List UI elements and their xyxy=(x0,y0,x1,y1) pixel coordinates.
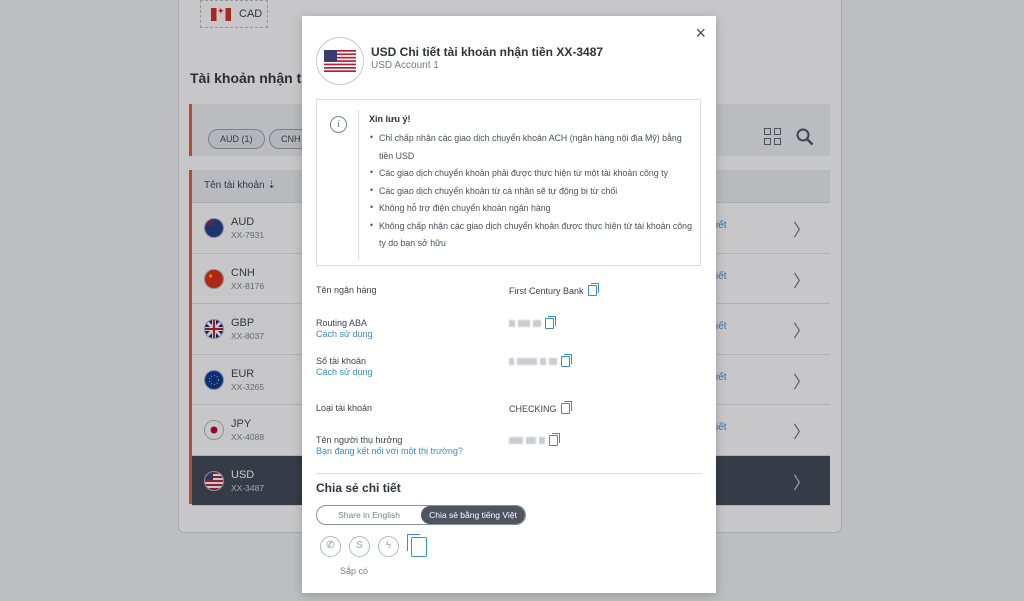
share-title: Chia sẻ chi tiết xyxy=(316,481,401,495)
routing-aba-label: Routing ABA xyxy=(316,318,368,328)
beneficiary-label: Tên người thụ hưởng xyxy=(316,435,403,445)
messenger-icon: ϟ xyxy=(378,536,399,557)
copy-icon[interactable] xyxy=(560,401,572,414)
whatsapp-icon: ✆ xyxy=(320,536,341,557)
routing-aba-value xyxy=(509,316,556,329)
account-details-modal: × USD Chi tiết tài khoản nhận tiền XX-34… xyxy=(302,16,716,593)
account-type-value: CHECKING xyxy=(509,401,572,414)
skype-icon: S xyxy=(349,536,370,557)
share-english-option[interactable]: Share in English xyxy=(317,506,421,524)
share-vietnamese-option[interactable]: Chia sẻ bằng tiếng Việt xyxy=(421,506,525,524)
copy-icon[interactable] xyxy=(587,283,599,296)
account-number-label: Số tài khoản xyxy=(316,356,367,366)
notice-list: Chỉ chấp nhận các giao dịch chuyển khoản… xyxy=(364,129,694,253)
bank-name-text: First Century Bank xyxy=(509,285,584,296)
coming-soon-label: Sắp có xyxy=(340,566,369,576)
notice-item: Không chấp nhận các giao dịch chuyển kho… xyxy=(364,217,694,253)
copy-icon[interactable] xyxy=(549,433,560,446)
notice-divider xyxy=(358,110,359,260)
beneficiary-help-link[interactable]: Bạn đang kết nối với một thị trường? xyxy=(316,446,463,456)
section-divider xyxy=(316,473,702,474)
account-number-value xyxy=(509,354,572,367)
beneficiary-value xyxy=(509,433,560,446)
close-icon[interactable]: × xyxy=(695,23,706,44)
bank-name-label: Tên ngân hàng xyxy=(316,285,377,295)
routing-help-link[interactable]: Cách sử dụng xyxy=(316,329,373,339)
masked-value xyxy=(509,358,557,365)
notice-item: Chỉ chấp nhận các giao dịch chuyển khoản… xyxy=(364,129,694,165)
masked-value xyxy=(509,320,541,327)
usa-flag-icon xyxy=(316,37,364,85)
notice-item: Các giao dịch chuyển khoản phải được thự… xyxy=(364,164,694,183)
language-toggle: Share in English Chia sẻ bằng tiếng Việt xyxy=(316,505,526,525)
account-type-text: CHECKING xyxy=(509,403,557,414)
share-icons: ✆ S ϟ xyxy=(320,533,427,557)
bank-name-value: First Century Bank xyxy=(509,283,599,296)
info-icon: i xyxy=(330,116,347,133)
copy-icon[interactable] xyxy=(561,354,572,367)
modal-title: USD Chi tiết tài khoản nhận tiền XX-3487 xyxy=(371,45,604,59)
modal-subtitle: USD Account 1 xyxy=(371,60,439,71)
notice-item: Các giao dịch chuyển khoản từ cá nhân sẽ… xyxy=(364,182,694,201)
notice-box: i Xin lưu ý! Chỉ chấp nhận các giao dịch… xyxy=(316,99,701,266)
copy-document-icon[interactable] xyxy=(407,533,427,557)
masked-value xyxy=(509,437,545,444)
account-number-help-link[interactable]: Cách sử dụng xyxy=(316,367,373,377)
copy-icon[interactable] xyxy=(545,316,556,329)
notice-title: Xin lưu ý! xyxy=(369,114,411,124)
account-type-label: Loại tài khoản xyxy=(316,403,373,413)
notice-item: Không hỗ trợ điện chuyển khoản ngân hàng xyxy=(364,199,694,218)
